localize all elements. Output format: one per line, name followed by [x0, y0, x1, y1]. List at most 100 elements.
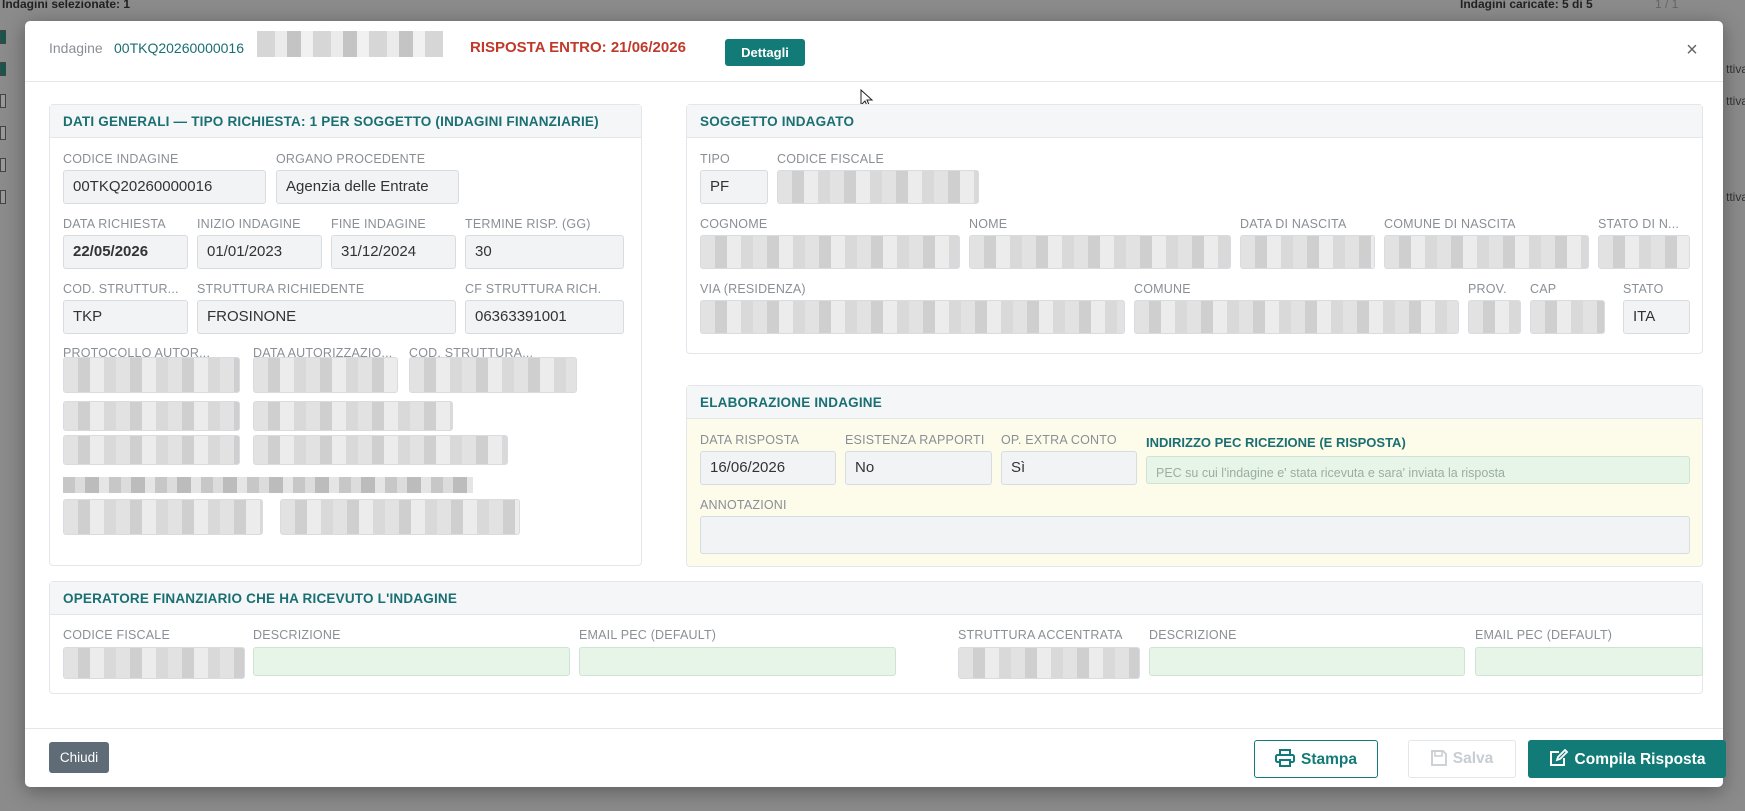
field-cf-struttura-rich[interactable]: 06363391001 — [465, 300, 624, 334]
bg-fragment: ttiva — [1726, 94, 1745, 108]
label-cf-struttura-rich: CF STRUTTURA RICH. — [465, 282, 602, 296]
field-data-richiesta[interactable]: 22/05/2026 — [63, 235, 188, 269]
redacted-field — [253, 435, 508, 465]
label-termine-risp: TERMINE RISP. (GG) — [465, 217, 591, 231]
deadline-text: RISPOSTA ENTRO: 21/06/2026 — [470, 39, 686, 56]
redacted-field — [63, 357, 240, 393]
label-organo-procedente: ORGANO PROCEDENTE — [276, 152, 426, 166]
panel-title: SOGGETTO INDAGATO — [687, 105, 1702, 138]
field-op-email-pec-2[interactable] — [1475, 647, 1703, 676]
field-cod-struttura[interactable]: TKP — [63, 300, 188, 334]
bg-checkbox — [0, 62, 6, 76]
redacted-field — [63, 499, 263, 535]
close-icon[interactable]: × — [1680, 38, 1704, 62]
field-op-descrizione[interactable] — [253, 647, 570, 676]
field-via-redacted[interactable] — [700, 300, 1125, 334]
panel-elaborazione-indagine: ELABORAZIONE INDAGINE DATA RISPOSTA 16/0… — [686, 385, 1703, 567]
field-op-descrizione-2[interactable] — [1149, 647, 1465, 676]
details-button[interactable]: Dettagli — [725, 39, 805, 66]
modal-footer: Chiudi Stampa Salva Compila Risposta — [25, 728, 1726, 787]
bg-checkbox — [0, 190, 6, 204]
redacted-field — [63, 435, 240, 465]
field-termine-risp[interactable]: 30 — [465, 235, 624, 269]
label-op-descrizione-2: DESCRIZIONE — [1149, 628, 1237, 642]
field-op-codice-fiscale-redacted[interactable] — [63, 647, 245, 679]
bg-checkbox — [0, 158, 6, 172]
field-stato-nascita-redacted[interactable] — [1598, 235, 1690, 269]
field-data-nascita-redacted[interactable] — [1240, 235, 1375, 269]
field-tipo[interactable]: PF — [700, 170, 768, 204]
print-button-label: Stampa — [1301, 751, 1357, 768]
label-op-email-pec-2: EMAIL PEC (DEFAULT) — [1475, 628, 1613, 642]
field-comune-nascita-redacted[interactable] — [1384, 235, 1589, 269]
panel-dati-generali: DATI GENERALI — TIPO RICHIESTA: 1 PER SO… — [49, 104, 642, 566]
field-op-email-pec[interactable] — [579, 647, 896, 676]
print-button[interactable]: Stampa — [1254, 740, 1378, 778]
label-data-nascita: DATA DI NASCITA — [1240, 217, 1347, 231]
label-via: VIA (RESIDENZA) — [700, 282, 806, 296]
select-esistenza-rapporti[interactable]: No — [845, 451, 992, 485]
field-struttura-richiedente[interactable]: FROSINONE — [197, 300, 456, 334]
field-cap-redacted[interactable] — [1530, 300, 1605, 334]
label-comune: COMUNE — [1134, 282, 1191, 296]
label-nome: NOME — [969, 217, 1008, 231]
select-op-extra-conto[interactable]: Sì — [1001, 451, 1137, 485]
save-button[interactable]: Salva — [1408, 740, 1516, 778]
label-codice-fiscale: CODICE FISCALE — [777, 152, 884, 166]
field-organo-procedente[interactable]: Agenzia delle Entrate — [276, 170, 459, 204]
field-data-risposta[interactable]: 16/06/2026 — [700, 451, 836, 485]
bg-checkbox — [0, 94, 6, 108]
close-button[interactable]: Chiudi — [49, 742, 109, 773]
indagine-label: Indagine — [49, 40, 103, 56]
save-button-label: Salva — [1452, 750, 1494, 767]
compile-response-button[interactable]: Compila Risposta — [1528, 740, 1726, 778]
redacted-text — [63, 477, 473, 493]
label-data-risposta: DATA RISPOSTA — [700, 433, 800, 447]
bg-loaded-count: Indagini caricate: 5 di 5 — [1460, 0, 1593, 11]
field-inizio-indagine[interactable]: 01/01/2023 — [197, 235, 322, 269]
redacted-field — [253, 401, 453, 431]
label-stato-nascita: STATO DI N... — [1598, 217, 1680, 231]
indagine-modal: Indagine 00TKQ20260000016 RISPOSTA ENTRO… — [25, 21, 1726, 787]
label-fine-indagine: FINE INDAGINE — [331, 217, 426, 231]
panel-soggetto-indagato: SOGGETTO INDAGATO TIPO PF CODICE FISCALE… — [686, 104, 1703, 354]
field-stato[interactable]: ITA — [1623, 300, 1690, 334]
label-codice-indagine: CODICE INDAGINE — [63, 152, 179, 166]
bg-checkbox — [0, 126, 6, 140]
redacted-field — [63, 401, 240, 431]
bg-fragment: ttiva — [1726, 62, 1745, 76]
redacted-subject — [257, 31, 443, 57]
label-inizio-indagine: INIZIO INDAGINE — [197, 217, 301, 231]
indagine-code: 00TKQ20260000016 — [114, 40, 244, 56]
bg-selected-count: Indagini selezionate: 1 — [2, 0, 131, 11]
label-struttura-richiedente: STRUTTURA RICHIEDENTE — [197, 282, 365, 296]
field-fine-indagine[interactable]: 31/12/2024 — [331, 235, 456, 269]
panel-title: ELABORAZIONE INDAGINE — [687, 386, 1702, 419]
label-comune-nascita: COMUNE DI NASCITA — [1384, 217, 1516, 231]
bg-checkbox — [0, 30, 6, 44]
label-data-richiesta: DATA RICHIESTA — [63, 217, 166, 231]
label-prov: PROV. — [1468, 282, 1507, 296]
field-annotazioni[interactable] — [700, 516, 1690, 554]
label-pec-ricezione: INDIRIZZO PEC RICEZIONE (E RISPOSTA) — [1146, 435, 1406, 450]
label-tipo: TIPO — [700, 152, 730, 166]
panel-operatore-finanziario: OPERATORE FINANZIARIO CHE HA RICEVUTO L'… — [49, 581, 1703, 694]
field-struttura-accentrata-redacted[interactable] — [958, 647, 1140, 679]
panel-title: OPERATORE FINANZIARIO CHE HA RICEVUTO L'… — [50, 582, 1702, 615]
field-nome-redacted[interactable] — [969, 235, 1231, 269]
label-stato: STATO — [1623, 282, 1664, 296]
edit-icon — [1549, 749, 1568, 766]
label-cognome: COGNOME — [700, 217, 768, 231]
redacted-field — [253, 357, 398, 393]
label-esistenza-rapporti: ESISTENZA RAPPORTI — [845, 433, 985, 447]
label-op-email-pec: EMAIL PEC (DEFAULT) — [579, 628, 717, 642]
field-codice-indagine[interactable]: 00TKQ20260000016 — [63, 170, 266, 204]
label-op-extra-conto: OP. EXTRA CONTO — [1001, 433, 1117, 447]
field-pec-ricezione[interactable]: PEC su cui l'indagine e' stata ricevuta … — [1146, 456, 1690, 484]
background-top-bar: Indagini selezionate: 1 Indagini caricat… — [0, 0, 1745, 14]
field-codice-fiscale-redacted[interactable] — [777, 170, 979, 204]
field-comune-redacted[interactable] — [1134, 300, 1459, 334]
label-op-codice-fiscale: CODICE FISCALE — [63, 628, 170, 642]
field-cognome-redacted[interactable] — [700, 235, 960, 269]
field-prov-redacted[interactable] — [1468, 300, 1521, 334]
